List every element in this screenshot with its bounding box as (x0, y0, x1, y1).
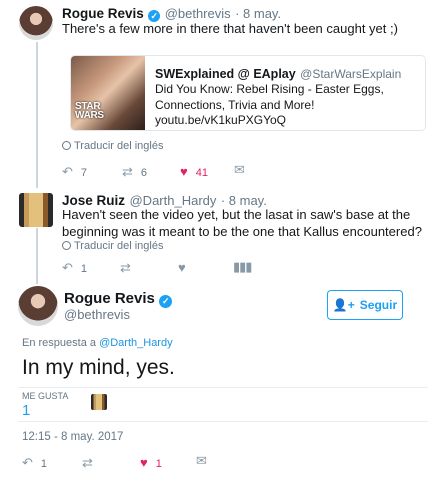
card-image: STAR WARS (71, 56, 145, 130)
like-button[interactable]: ♥ 1 (140, 455, 162, 470)
globe-icon (62, 141, 71, 150)
card-title: SWExplained @ EAplay (155, 67, 296, 81)
like-count: 1 (155, 458, 162, 470)
follow-add-user-icon: 👤+ (332, 298, 355, 312)
author-name[interactable]: Rogue Revis (62, 6, 144, 21)
translate-label: Traducir del inglés (74, 140, 164, 152)
dm-button[interactable]: ✉ (196, 453, 215, 469)
verified-badge-icon: ✓ (159, 295, 173, 308)
retweet-button[interactable]: ⇄ (120, 260, 139, 276)
retweet-button[interactable]: ⇄ 6 (122, 164, 147, 180)
reply-icon: ↶ (62, 164, 73, 179)
reply-count: 1 (80, 263, 88, 275)
like-button[interactable]: ♥ (178, 260, 194, 275)
main-tweet-text: In my mind, yes. (22, 356, 175, 379)
tweet-date[interactable]: · 8 may. (235, 6, 281, 21)
tweet-text: Haven't seen the video yet, but the lasa… (62, 207, 422, 239)
divider (18, 421, 428, 422)
reply-count: 7 (80, 167, 88, 179)
heart-icon: ♥ (140, 455, 148, 470)
analytics-button[interactable]: ▮▮▮ (233, 259, 259, 275)
thread-line (36, 228, 38, 284)
tweet-timestamp: 12:15 - 8 may. 2017 (22, 431, 124, 443)
retweet-icon: ⇄ (82, 455, 93, 470)
reply-button[interactable]: ↶ 1 (62, 260, 87, 276)
avatar[interactable] (19, 6, 53, 40)
likes-stat[interactable]: ME GUSTA 1 (22, 391, 68, 419)
dm-button[interactable]: ✉ (234, 162, 253, 178)
card-handle: @StarWarsExplain (300, 67, 402, 81)
link-card[interactable]: STAR WARS SWExplained @ EAplay @StarWars… (70, 55, 426, 131)
reply-button[interactable]: ↶ 1 (22, 455, 47, 471)
reply-icon: ↶ (22, 455, 33, 470)
reply-icon: ↶ (62, 260, 73, 275)
likes-count: 1 (22, 402, 31, 419)
envelope-icon: ✉ (234, 162, 245, 177)
avatar[interactable] (19, 193, 53, 227)
reply-count: 1 (40, 458, 48, 470)
like-count: 41 (195, 167, 208, 179)
likes-label: ME GUSTA (22, 391, 69, 401)
like-button[interactable]: ♥ 41 (180, 164, 208, 179)
retweet-button[interactable]: ⇄ (82, 455, 101, 471)
retweet-icon: ⇄ (122, 164, 133, 179)
globe-icon (62, 241, 71, 250)
tweet-text: There's a few more in there that haven't… (62, 21, 398, 36)
reply-prefix: En respuesta a (22, 337, 96, 349)
retweet-count: 6 (140, 167, 148, 179)
star-wars-logo: STAR WARS (75, 101, 104, 121)
thread-line (36, 42, 38, 188)
author-handle[interactable]: @bethrevis (165, 6, 231, 21)
heart-icon: ♥ (178, 260, 186, 275)
retweet-icon: ⇄ (120, 260, 131, 275)
heart-icon: ♥ (180, 164, 188, 179)
envelope-icon: ✉ (196, 453, 207, 468)
follow-button[interactable]: 👤+ Seguir (327, 290, 403, 320)
translate-label: Traducir del inglés (74, 240, 164, 252)
follow-label: Seguir (359, 298, 398, 312)
author-name[interactable]: Rogue Revis (64, 290, 155, 307)
analytics-icon: ▮▮▮ (233, 259, 252, 274)
main-author: Rogue Revis ✓ (64, 290, 173, 308)
translate-link[interactable]: Traducir del inglés (62, 240, 163, 252)
divider (18, 387, 428, 388)
avatar[interactable] (18, 286, 58, 326)
card-text: Did You Know: Rebel Rising - Easter Eggs… (155, 82, 384, 127)
liker-avatar[interactable] (91, 394, 107, 410)
author-handle[interactable]: @bethrevis (64, 307, 130, 322)
reply-context: En respuesta a @Darth_Hardy (22, 337, 173, 349)
reply-to-link[interactable]: @Darth_Hardy (99, 337, 173, 349)
translate-link[interactable]: Traducir del inglés (62, 140, 163, 152)
reply-button[interactable]: ↶ 7 (62, 164, 87, 180)
